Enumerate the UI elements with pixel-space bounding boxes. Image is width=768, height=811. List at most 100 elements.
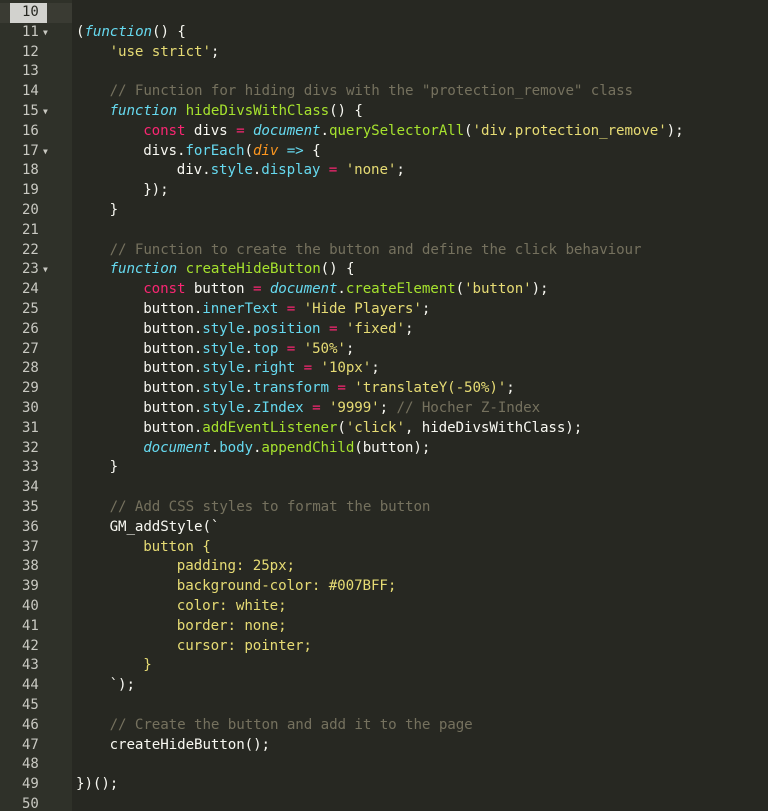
code-token: function bbox=[109, 261, 178, 278]
line-number: 10 bbox=[0, 3, 72, 23]
code-line[interactable]: // Function for hiding divs with the "pr… bbox=[110, 82, 633, 102]
line-number-text: 21 bbox=[22, 221, 39, 238]
code-token: = bbox=[286, 301, 296, 317]
code-token: div. bbox=[176, 162, 211, 179]
code-line[interactable]: button.style.position = 'fixed'; bbox=[143, 320, 413, 340]
code-line[interactable]: }); bbox=[143, 181, 168, 201]
line-number-text: 16 bbox=[22, 122, 39, 139]
code-token: `); bbox=[109, 677, 135, 694]
code-line[interactable]: GM_addStyle(` bbox=[110, 518, 220, 538]
code-line[interactable]: const button = document.createElement('b… bbox=[143, 280, 548, 300]
line-number: 18 bbox=[0, 161, 72, 181]
line-number: 36 bbox=[0, 518, 72, 538]
code-token: padding: 25px; bbox=[176, 558, 295, 575]
line-number-text: 26 bbox=[22, 320, 39, 337]
code-line[interactable]: color: white; bbox=[177, 597, 287, 617]
code-line[interactable]: padding: 25px; bbox=[177, 557, 295, 577]
line-number-text: 38 bbox=[22, 558, 39, 575]
code-line[interactable]: 'use strict'; bbox=[110, 43, 220, 63]
line-number: 32 bbox=[0, 439, 72, 459]
code-token: createElement bbox=[345, 281, 456, 298]
code-token: ( bbox=[337, 419, 346, 436]
code-line[interactable]: button.style.zIndex = '9999'; // Hocher … bbox=[143, 399, 540, 419]
line-number-text: 22 bbox=[22, 241, 39, 258]
line-number: 21 bbox=[0, 221, 72, 241]
code-token: style bbox=[202, 320, 245, 337]
code-token: button. bbox=[143, 419, 203, 436]
code-line[interactable]: background-color: #007BFF; bbox=[177, 577, 397, 597]
code-token: ); bbox=[531, 281, 549, 298]
code-line[interactable]: border: none; bbox=[177, 617, 287, 637]
code-line[interactable]: button.style.transform = 'translateY(-50… bbox=[143, 379, 515, 399]
code-token: () { bbox=[320, 261, 355, 278]
line-number-text: 34 bbox=[22, 479, 39, 496]
code-line[interactable]: // Add CSS styles to format the button bbox=[110, 498, 431, 518]
code-line[interactable]: button.addEventListener('click', hideDiv… bbox=[143, 419, 582, 439]
line-number-text: 37 bbox=[22, 538, 39, 555]
code-token: { bbox=[303, 142, 321, 159]
code-line[interactable]: } bbox=[143, 656, 152, 676]
code-token: transform bbox=[252, 380, 329, 397]
fold-arrow-icon[interactable]: ▼ bbox=[43, 260, 48, 280]
code-line[interactable]: cursor: pointer; bbox=[177, 637, 312, 657]
line-number-text: 29 bbox=[22, 380, 39, 397]
code-token: 'use strict' bbox=[109, 43, 211, 60]
code-line[interactable]: function hideDivsWithClass() { bbox=[110, 102, 363, 122]
code-line[interactable]: (function() { bbox=[76, 23, 186, 43]
code-token: . bbox=[244, 400, 254, 416]
line-number: 39 bbox=[0, 577, 72, 597]
code-line[interactable]: } bbox=[110, 458, 119, 478]
code-line[interactable]: `); bbox=[110, 676, 135, 696]
fold-arrow-icon[interactable]: ▼ bbox=[43, 142, 48, 162]
code-editor[interactable]: 10 11 ▼ 12 13 14 15 ▼ 16 17 ▼ 18 19 20 21 22 23 ▼ 24 25 26 27… bbox=[0, 0, 768, 811]
code-line[interactable]: button { bbox=[143, 538, 211, 558]
line-number: 16 bbox=[0, 122, 72, 142]
code-token: 'button' bbox=[464, 281, 532, 298]
code-line[interactable]: })(); bbox=[76, 775, 118, 795]
line-number: 20 bbox=[0, 201, 72, 221]
line-number-gutter: 10 11 ▼ 12 13 14 15 ▼ 16 17 ▼ 18 19 20 21 22 23 ▼ 24 25 26 27… bbox=[0, 0, 72, 811]
code-line[interactable]: button.style.top = '50%'; bbox=[143, 340, 354, 360]
line-number: 34 bbox=[0, 478, 72, 498]
code-token: ; bbox=[345, 340, 355, 357]
code-token: } bbox=[109, 202, 119, 218]
line-number-text: 11 bbox=[22, 23, 39, 40]
line-number-text: 19 bbox=[22, 182, 39, 199]
code-token: ( bbox=[464, 122, 473, 139]
code-line[interactable]: function createHideButton() { bbox=[110, 260, 355, 280]
line-number: 48 bbox=[0, 755, 72, 775]
code-line[interactable]: div.style.display = 'none'; bbox=[177, 161, 405, 181]
code-token: style bbox=[202, 380, 245, 397]
code-line[interactable]: divs.forEach(div => { bbox=[143, 142, 320, 162]
code-line[interactable]: const divs = document.querySelectorAll('… bbox=[143, 122, 683, 142]
code-token: }); bbox=[143, 182, 169, 199]
line-number-text: 41 bbox=[22, 617, 39, 634]
code-area[interactable]: (function() {'use strict';// Function fo… bbox=[72, 0, 768, 811]
code-token: button. bbox=[143, 400, 203, 416]
code-line[interactable]: } bbox=[109, 201, 119, 221]
line-number: 24 bbox=[0, 280, 72, 300]
code-line[interactable]: button.style.right = '10px'; bbox=[143, 359, 380, 379]
code-token: = bbox=[337, 380, 346, 397]
code-token: zIndex bbox=[252, 400, 304, 416]
code-token: = bbox=[236, 122, 245, 139]
fold-arrow-icon[interactable]: ▼ bbox=[43, 23, 48, 43]
code-token: addEventListener bbox=[202, 419, 338, 436]
fold-arrow-icon[interactable]: ▼ bbox=[43, 102, 48, 122]
line-number-text: 24 bbox=[22, 281, 39, 298]
line-number: 31 bbox=[0, 419, 72, 439]
code-token: body bbox=[219, 439, 253, 456]
line-number: 40 bbox=[0, 597, 72, 617]
code-line[interactable]: // Create the button and add it to the p… bbox=[110, 716, 473, 736]
line-number-text: 27 bbox=[22, 340, 39, 357]
code-token: 'translateY(-50%)' bbox=[354, 380, 507, 397]
line-number-text: 30 bbox=[22, 400, 39, 416]
code-line[interactable]: document.body.appendChild(button); bbox=[143, 439, 430, 459]
code-line[interactable]: button.innerText = 'Hide Players'; bbox=[143, 300, 430, 320]
line-number-text: 17 bbox=[22, 142, 39, 159]
code-line[interactable]: // Function to create the button and def… bbox=[110, 241, 642, 261]
code-token: button. bbox=[143, 340, 203, 357]
code-line[interactable]: createHideButton(); bbox=[110, 736, 270, 756]
